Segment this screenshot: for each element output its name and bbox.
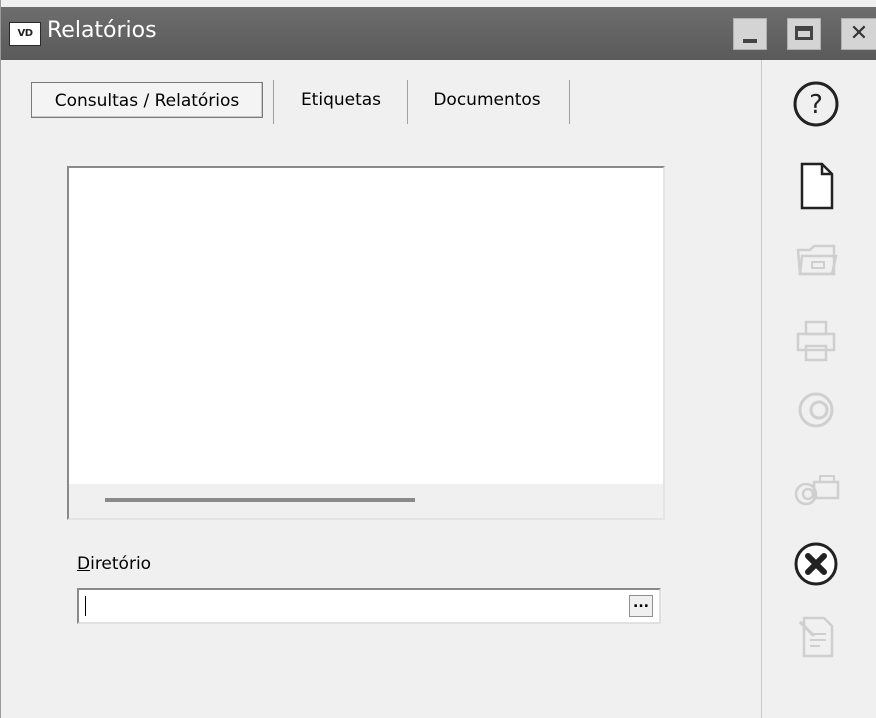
tab-consultas-relatorios[interactable]: Consultas / Relatórios [31, 82, 263, 118]
tab-separator [407, 80, 408, 124]
maximize-icon [795, 26, 813, 40]
app-icon: VD [9, 22, 41, 46]
browse-button[interactable]: ... [629, 595, 653, 617]
directory-label: Diretório [77, 554, 151, 574]
preview-eye-icon[interactable] [790, 384, 842, 436]
maximize-button[interactable] [787, 18, 821, 50]
minimize-button[interactable] [733, 18, 767, 50]
print-icon[interactable] [790, 314, 842, 366]
close-icon: ✕ [849, 21, 869, 46]
tab-documentos[interactable]: Documentos [411, 82, 563, 118]
minimize-icon [743, 39, 757, 43]
directory-input[interactable]: ... [77, 588, 661, 624]
help-icon[interactable]: ? [790, 78, 842, 130]
new-document-icon[interactable] [790, 160, 842, 212]
tab-separator [569, 80, 570, 124]
title-bar[interactable]: VD Relatórios ✕ [1, 7, 876, 60]
svg-text:?: ? [809, 90, 823, 120]
close-button[interactable]: ✕ [841, 18, 876, 50]
directory-label-text: iretório [90, 554, 152, 574]
tab-separator [273, 80, 274, 124]
tab-etiquetas[interactable]: Etiquetas [283, 82, 399, 118]
open-folder-icon[interactable] [790, 234, 842, 286]
window-title: Relatórios [47, 18, 157, 43]
relatorios-window: VD Relatórios ✕ Consultas / Relatórios E… [0, 0, 876, 718]
reports-list[interactable] [67, 166, 665, 520]
scrollbar-thumb[interactable] [105, 498, 415, 502]
text-caret [85, 596, 86, 616]
right-toolbar: ? [761, 60, 876, 718]
close-circle-icon[interactable] [790, 538, 842, 590]
horizontal-scrollbar[interactable] [69, 484, 663, 518]
directory-label-accelerator: D [77, 554, 91, 574]
preview-print-icon[interactable] [790, 464, 842, 516]
edit-document-icon[interactable] [790, 610, 842, 662]
